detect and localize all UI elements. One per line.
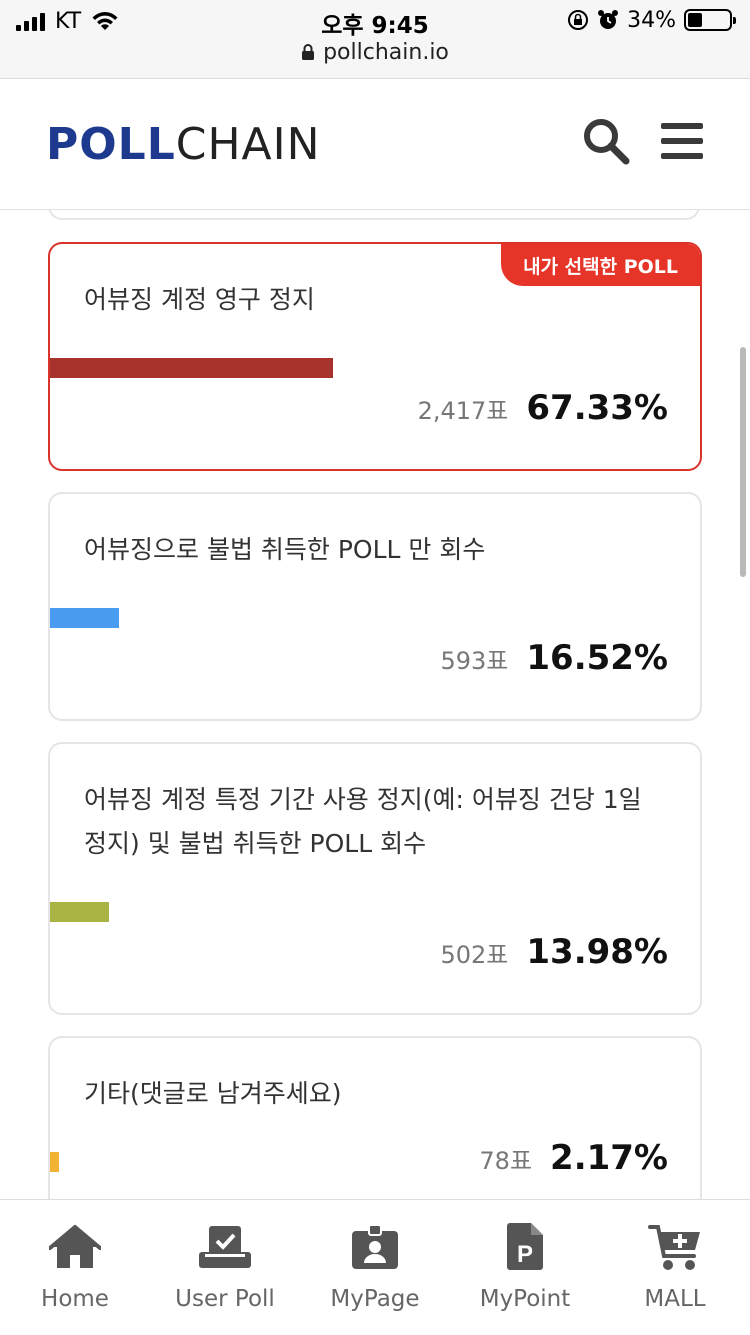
url-text: pollchain.io bbox=[323, 40, 449, 65]
battery-icon bbox=[684, 9, 736, 31]
vote-stats: 502표 13.98% bbox=[440, 932, 668, 972]
vote-bar bbox=[50, 1152, 59, 1172]
nav-label: Home bbox=[41, 1286, 109, 1312]
lock-icon bbox=[302, 44, 315, 60]
poll-results[interactable]: 내가 선택한 POLL 어뷰징 계정 영구 정지 2,417표 67.33% 어… bbox=[0, 210, 750, 1200]
menu-button[interactable] bbox=[654, 113, 710, 169]
vote-count: 2,417표 bbox=[417, 397, 509, 425]
hamburger-menu-icon bbox=[661, 123, 703, 159]
vote-count: 502표 bbox=[440, 941, 509, 969]
status-icons: 34% bbox=[567, 6, 736, 34]
previous-card bbox=[48, 210, 700, 220]
vote-stats: 593표 16.52% bbox=[440, 638, 668, 678]
alarm-icon bbox=[598, 10, 619, 29]
option-text: 어뷰징 계정 영구 정지 bbox=[84, 285, 315, 314]
vote-percent: 13.98% bbox=[526, 932, 668, 972]
poll-option-card[interactable]: 내가 선택한 POLL 어뷰징 계정 영구 정지 2,417표 67.33% bbox=[48, 242, 702, 471]
vote-percent: 2.17% bbox=[550, 1138, 668, 1178]
status-bar: KT 오후 9:45 34% pollchain.io bbox=[0, 0, 750, 79]
poll-option-card[interactable]: 어뷰징으로 불법 취득한 POLL 만 회수 593표 16.52% bbox=[48, 492, 702, 721]
bottom-navigation: Home User Poll MyPage P MyPoint MALL bbox=[0, 1199, 750, 1335]
search-icon bbox=[584, 119, 630, 165]
svg-text:P: P bbox=[517, 1241, 533, 1268]
rotation-lock-icon bbox=[568, 10, 589, 30]
scrollbar[interactable] bbox=[740, 347, 746, 577]
cart-icon bbox=[648, 1225, 700, 1270]
nav-mypoint[interactable]: P MyPoint bbox=[450, 1200, 600, 1335]
vote-count: 593표 bbox=[440, 647, 509, 675]
nav-label: User Poll bbox=[175, 1286, 275, 1312]
nav-label: MyPage bbox=[330, 1286, 420, 1312]
vote-bar bbox=[50, 358, 333, 378]
poll-option-card[interactable]: 어뷰징 계정 특정 기간 사용 정지(예: 어뷰징 건당 1일 정지) 및 불법… bbox=[48, 742, 702, 1015]
id-badge-icon bbox=[352, 1224, 398, 1269]
vote-stats: 2,417표 67.33% bbox=[418, 388, 668, 428]
search-button[interactable] bbox=[578, 113, 634, 169]
vote-bar bbox=[50, 608, 119, 628]
nav-home[interactable]: Home bbox=[0, 1200, 150, 1335]
nav-label: MALL bbox=[644, 1286, 706, 1312]
battery-percent: 34% bbox=[627, 7, 676, 33]
point-document-icon: P bbox=[507, 1223, 543, 1270]
ballot-box-icon bbox=[199, 1226, 251, 1268]
vote-percent: 67.33% bbox=[526, 388, 668, 428]
logo-chain: CHAIN bbox=[175, 119, 321, 170]
nav-user-poll[interactable]: User Poll bbox=[150, 1200, 300, 1335]
address-bar[interactable]: pollchain.io bbox=[0, 40, 750, 65]
nav-label: MyPoint bbox=[479, 1286, 571, 1312]
option-text: 어뷰징으로 불법 취득한 POLL 만 회수 bbox=[84, 535, 486, 564]
vote-count: 78표 bbox=[479, 1147, 533, 1175]
vote-bar bbox=[50, 902, 109, 922]
nav-mypage[interactable]: MyPage bbox=[300, 1200, 450, 1335]
pollchain-logo[interactable]: POLLCHAIN bbox=[46, 119, 321, 170]
option-text: 어뷰징 계정 특정 기간 사용 정지(예: 어뷰징 건당 1일 정지) 및 불법… bbox=[84, 785, 642, 858]
option-text: 기타(댓글로 남겨주세요) bbox=[84, 1079, 342, 1108]
vote-stats: 78표 2.17% bbox=[479, 1138, 668, 1178]
nav-mall[interactable]: MALL bbox=[600, 1200, 750, 1335]
poll-option-card[interactable]: 기타(댓글로 남겨주세요) 78표 2.17% bbox=[48, 1036, 702, 1200]
logo-poll: POLL bbox=[46, 119, 176, 170]
site-header: POLLCHAIN bbox=[0, 79, 750, 210]
home-icon bbox=[49, 1225, 101, 1268]
vote-percent: 16.52% bbox=[526, 638, 668, 678]
